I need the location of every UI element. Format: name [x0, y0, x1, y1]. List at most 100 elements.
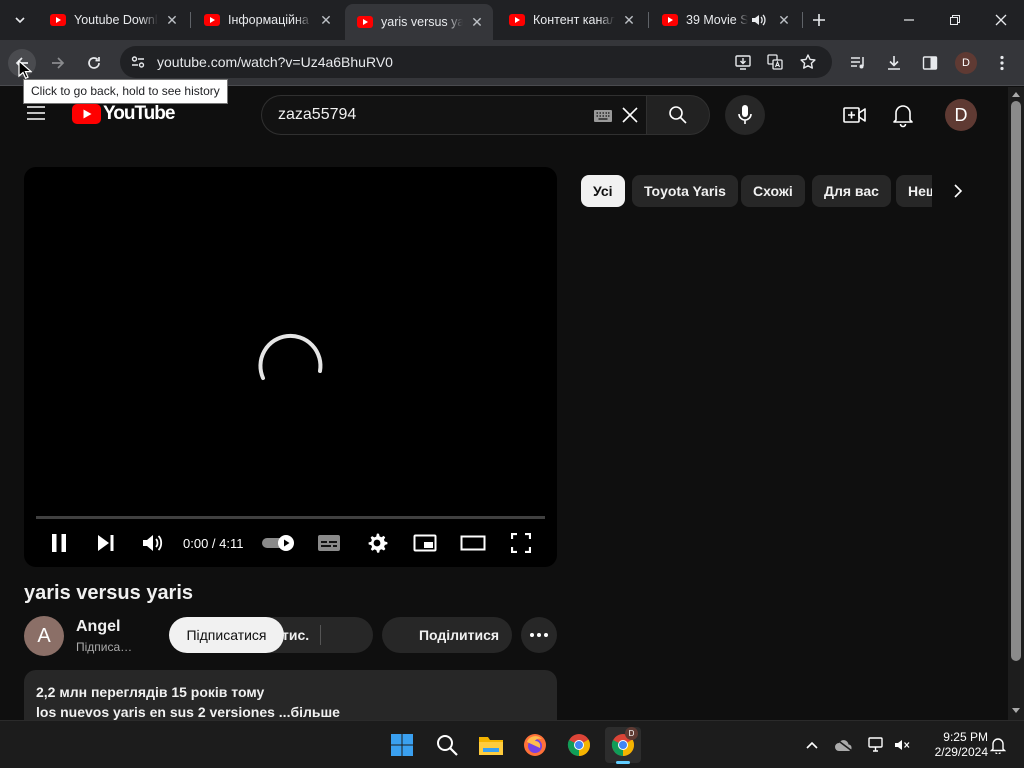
chevron-right-icon [954, 184, 963, 198]
page-scrollbar[interactable] [1008, 87, 1024, 720]
fullscreen-icon [511, 533, 531, 553]
share-button[interactable]: Поділитися [382, 617, 512, 653]
tab-yaris-versus-yaris[interactable]: yaris versus yaris - YouTube ✕ [345, 4, 493, 40]
notifications-button[interactable] [891, 102, 915, 128]
chip-recently-uploaded[interactable]: Нещодавно завантажені [896, 175, 932, 207]
start-button[interactable] [384, 727, 420, 763]
tab-title: yaris versus yaris - YouTube [381, 15, 463, 29]
close-tab-icon[interactable]: ✕ [469, 14, 485, 30]
translate-icon[interactable] [766, 53, 784, 71]
chrome-button[interactable] [561, 727, 597, 763]
channel-name[interactable]: Angel [76, 618, 120, 636]
mute-button[interactable] [140, 529, 166, 557]
pause-button[interactable] [47, 529, 71, 557]
install-app-icon[interactable] [734, 53, 752, 71]
progress-bar[interactable] [36, 516, 545, 519]
url-text[interactable]: youtube.com/watch?v=Uz4a6BhuRV0 [157, 54, 393, 70]
new-tab-button[interactable] [805, 6, 833, 34]
firefox-button[interactable] [517, 727, 553, 763]
settings-button[interactable] [364, 529, 390, 557]
site-settings-icon[interactable] [130, 54, 146, 70]
network-button[interactable] [862, 727, 890, 763]
autoplay-toggle-icon [262, 535, 294, 551]
browser-menu-button[interactable] [988, 49, 1016, 77]
scrollbar-thumb[interactable] [1011, 101, 1021, 661]
search-box[interactable]: zaza55794 [261, 95, 647, 135]
arrow-right-icon [52, 57, 65, 69]
subscribe-button[interactable]: Підписатися [169, 617, 284, 653]
scroll-down-icon[interactable] [1012, 708, 1020, 714]
address-bar[interactable]: youtube.com/watch?v=Uz4a6BhuRV0 [120, 46, 832, 78]
tab-info-page[interactable]: Інформаційна сторінка ✕ [192, 4, 342, 36]
system-clock[interactable]: 9:25 PM 2/29/2024 [916, 730, 988, 760]
chrome-profile-button[interactable]: D [605, 727, 641, 764]
windows-logo-icon [391, 734, 413, 756]
youtube-logo-text: YouTube [103, 103, 175, 124]
tab-youtube-downloader[interactable]: Youtube Downloader ✕ [38, 4, 188, 36]
reload-button[interactable] [80, 49, 108, 77]
tab-39-movie-stars[interactable]: 39 Movie Stars ✕ [650, 4, 800, 36]
scroll-up-icon[interactable] [1012, 91, 1020, 97]
video-player[interactable]: 0:00 / 4:11 [24, 167, 557, 567]
chip-related[interactable]: Схожі [741, 175, 805, 207]
like-button[interactable]: тис. [282, 617, 309, 653]
chip-for-you[interactable]: Для вас [812, 175, 891, 207]
folder-icon [479, 737, 503, 755]
tab-channel-content[interactable]: Контент каналу ✕ [497, 4, 645, 36]
bookmark-star-icon[interactable] [799, 53, 817, 71]
chip-toyota-yaris[interactable]: Toyota Yaris [632, 175, 738, 207]
clear-search-icon[interactable] [621, 106, 639, 124]
close-tab-icon[interactable]: ✕ [621, 12, 637, 28]
keyboard-icon[interactable] [593, 109, 613, 123]
taskbar-search-button[interactable] [429, 727, 465, 763]
notifications-center-button[interactable] [984, 727, 1012, 763]
voice-search-button[interactable] [725, 95, 765, 135]
volume-button[interactable] [888, 727, 916, 763]
search-button[interactable] [646, 95, 710, 135]
close-window-button[interactable] [987, 6, 1015, 34]
dislike-button[interactable] [322, 617, 372, 653]
description-box[interactable]: 2,2 млн переглядів 15 років тому los nue… [24, 670, 557, 720]
close-tab-icon[interactable]: ✕ [318, 12, 334, 28]
channel-avatar[interactable]: A [24, 616, 64, 656]
show-hidden-icons-button[interactable] [798, 727, 826, 763]
chevron-up-icon [806, 741, 818, 749]
side-panel-button[interactable] [916, 49, 944, 77]
forward-button[interactable] [44, 49, 72, 77]
downloads-button[interactable] [880, 49, 908, 77]
fullscreen-button[interactable] [508, 529, 534, 557]
tab-title: Контент каналу [533, 13, 615, 27]
next-button[interactable] [94, 529, 118, 557]
restore-window-button[interactable] [941, 6, 969, 34]
browser-tab-strip: Youtube Downloader ✕ Інформаційна сторін… [0, 0, 1024, 40]
media-controls-button[interactable] [844, 49, 872, 77]
theater-mode-button[interactable] [460, 529, 486, 557]
chip-all[interactable]: Усі [581, 175, 625, 207]
youtube-logo[interactable]: YouTube [72, 103, 175, 125]
more-horizontal-icon [530, 633, 548, 637]
search-input[interactable]: zaza55794 [278, 106, 356, 124]
file-explorer-button[interactable] [473, 727, 509, 763]
restore-icon [950, 15, 960, 25]
onedrive-button[interactable] [830, 727, 858, 763]
tab-search-button[interactable] [6, 6, 34, 34]
more-actions-button[interactable] [521, 617, 557, 653]
audio-playing-icon[interactable] [750, 13, 766, 27]
miniplayer-button[interactable] [412, 529, 438, 557]
autoplay-toggle[interactable] [261, 529, 297, 557]
chips-next-button[interactable] [946, 179, 970, 203]
volume-icon [143, 535, 163, 551]
video-title: yaris versus yaris [24, 582, 194, 604]
cloud-offline-icon [835, 738, 853, 752]
close-tab-icon[interactable]: ✕ [776, 12, 792, 28]
create-button[interactable] [842, 103, 868, 127]
close-tab-icon[interactable]: ✕ [164, 12, 180, 28]
subtitles-button[interactable] [316, 529, 342, 557]
minimize-icon [904, 19, 914, 21]
minimize-window-button[interactable] [895, 6, 923, 34]
youtube-page: YouTube zaza55794 D 0:00 / 4:11 Усі Toyo… [0, 87, 1008, 720]
profile-button[interactable]: D [952, 49, 980, 77]
account-avatar[interactable]: D [945, 99, 977, 131]
network-display-icon [868, 737, 883, 752]
guide-menu-button[interactable] [24, 101, 48, 125]
